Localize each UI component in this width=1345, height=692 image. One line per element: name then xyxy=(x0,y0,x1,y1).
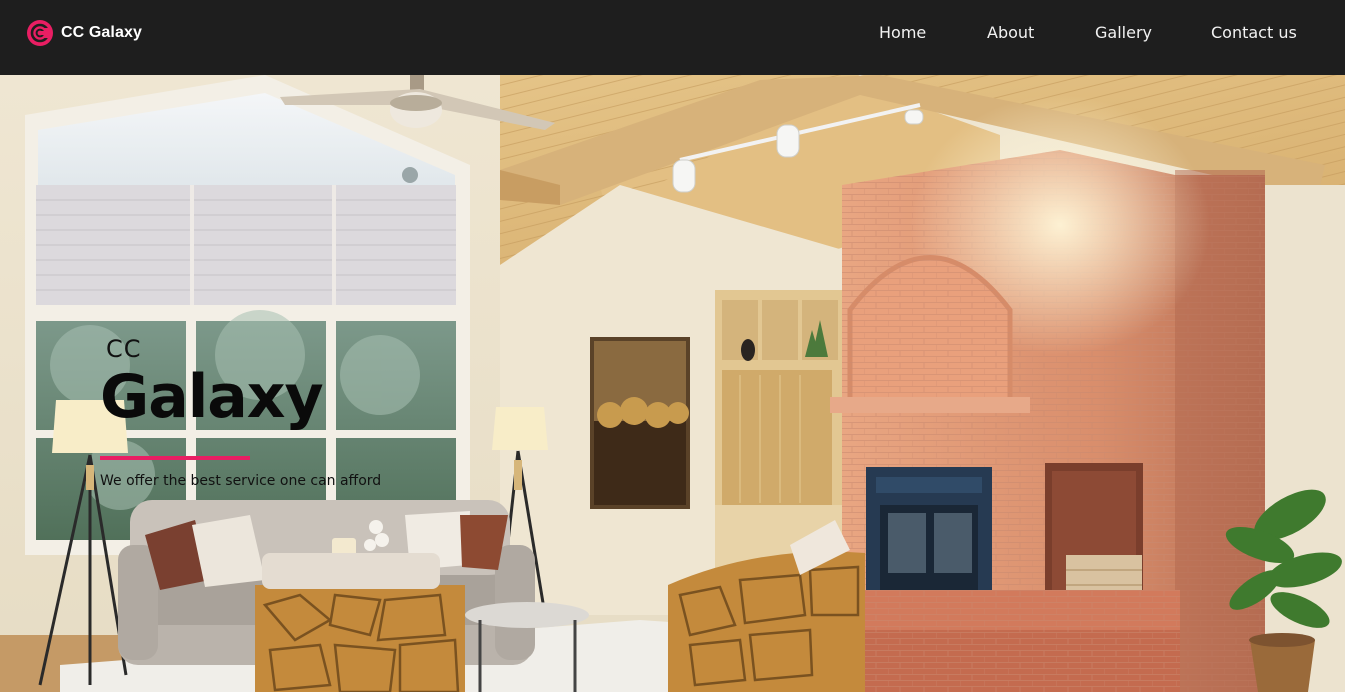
hero-small-text: CC xyxy=(106,335,142,363)
hero-section: CC Galaxy We offer the best service one … xyxy=(0,75,1345,692)
nav-links: Home About Gallery Contact us xyxy=(0,0,1345,75)
hero-tagline: We offer the best service one can afford xyxy=(100,473,382,489)
nav-about-link[interactable]: About xyxy=(987,23,1034,43)
nav-home-link[interactable]: Home xyxy=(879,23,926,43)
navbar: CC Galaxy Home About Gallery Contact us xyxy=(0,0,1345,75)
nav-gallery-link[interactable]: Gallery xyxy=(1095,23,1152,43)
nav-contact-link[interactable]: Contact us xyxy=(1211,23,1297,43)
hero-accent-bar xyxy=(100,456,250,460)
hero-title: Galaxy xyxy=(100,362,324,432)
